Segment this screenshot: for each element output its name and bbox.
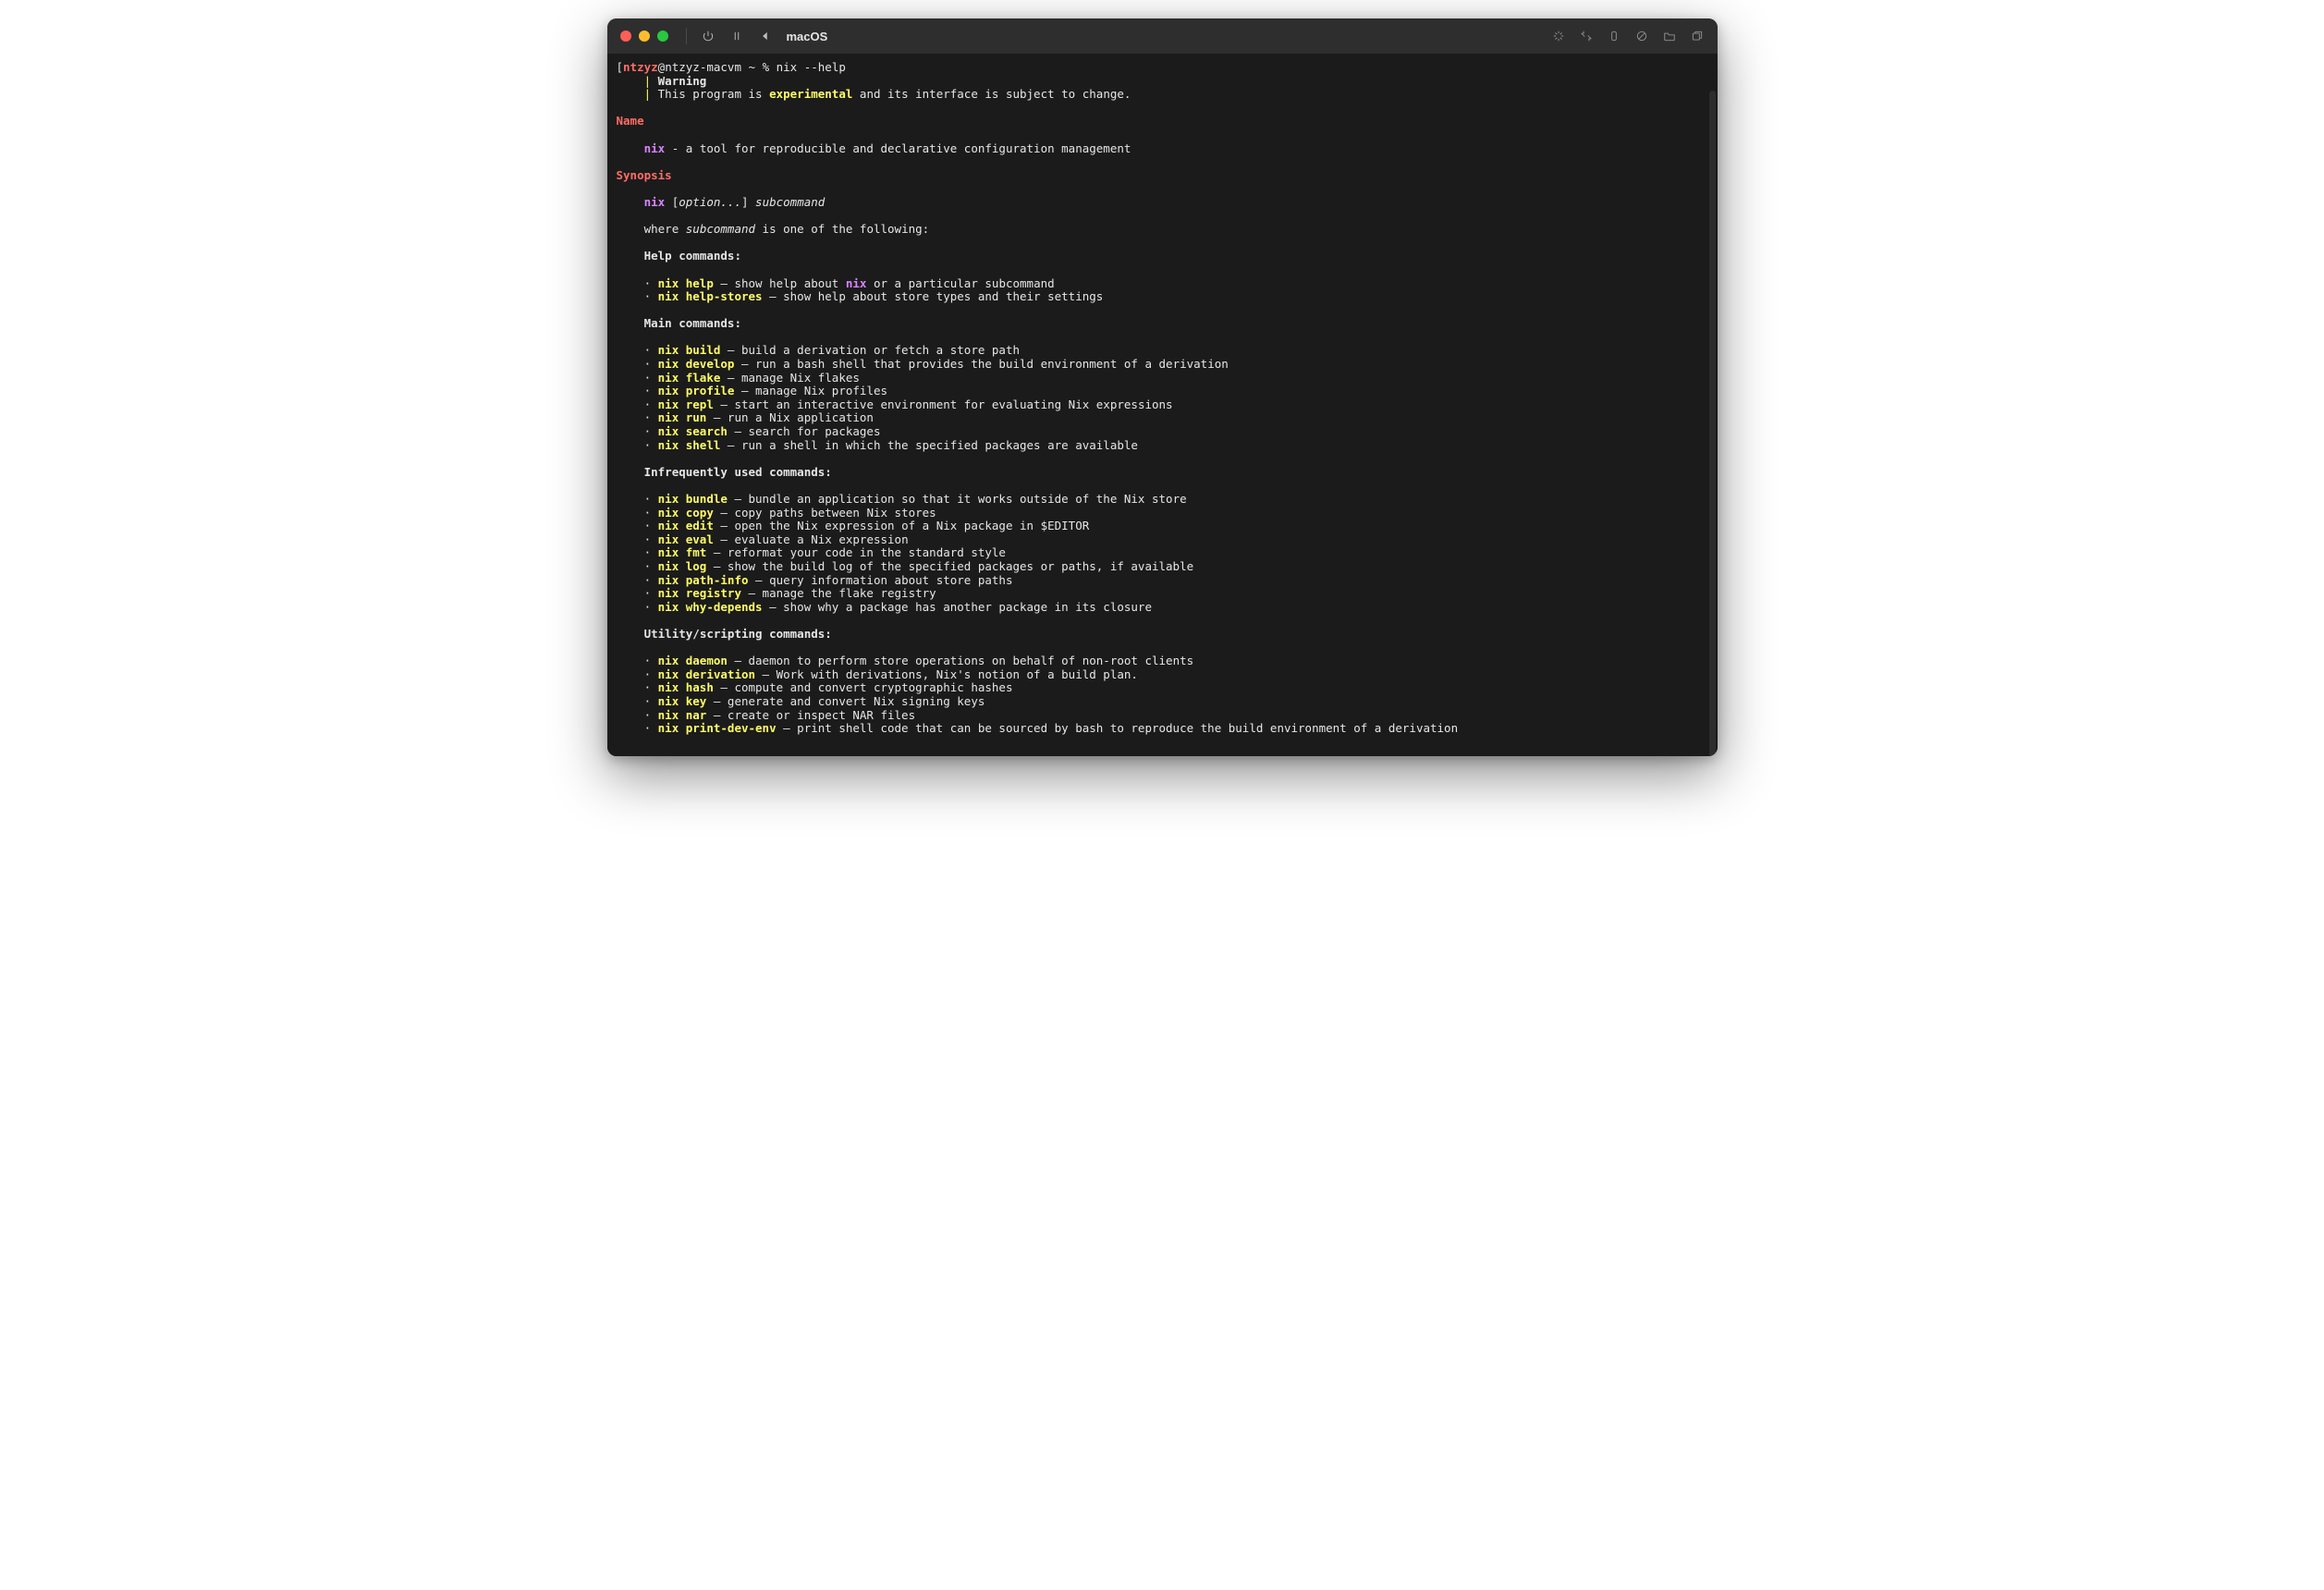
app-window: macOS	[607, 18, 1718, 756]
back-icon[interactable]	[754, 25, 777, 47]
titlebar: macOS	[607, 18, 1718, 54]
circle-slash-icon[interactable]	[1631, 25, 1653, 47]
folder-icon[interactable]	[1658, 25, 1681, 47]
windows-icon[interactable]	[1686, 25, 1708, 47]
drive-icon[interactable]	[1603, 25, 1625, 47]
where-line: where subcommand is one of the following…	[617, 222, 930, 236]
warning-line-1: | Warning	[617, 74, 707, 88]
prompt-line: [ntzyz@ntzyz-macvm ~ % nix --help	[617, 60, 846, 74]
divider	[686, 28, 687, 44]
terminal-pane[interactable]: [ntzyz@ntzyz-macvm ~ % nix --help | Warn…	[607, 54, 1718, 756]
synopsis-line: nix [option...] subcommand	[617, 195, 826, 209]
power-icon[interactable]	[697, 25, 719, 47]
section-synopsis: Synopsis	[617, 168, 672, 182]
traffic-lights	[620, 31, 668, 42]
minimize-button[interactable]	[639, 31, 650, 42]
close-button[interactable]	[620, 31, 631, 42]
maximize-button[interactable]	[657, 31, 668, 42]
name-desc: nix - a tool for reproducible and declar…	[617, 141, 1131, 155]
pause-icon[interactable]	[726, 25, 748, 47]
terminal-output: [ntzyz@ntzyz-macvm ~ % nix --help | Warn…	[617, 61, 1708, 736]
warning-line-2: | This program is experimental and its i…	[617, 87, 1131, 101]
section-name: Name	[617, 114, 644, 128]
sparkle-icon[interactable]	[1547, 25, 1570, 47]
scrollbar[interactable]	[1709, 91, 1716, 756]
window-title: macOS	[787, 30, 828, 43]
resize-icon[interactable]	[1575, 25, 1597, 47]
